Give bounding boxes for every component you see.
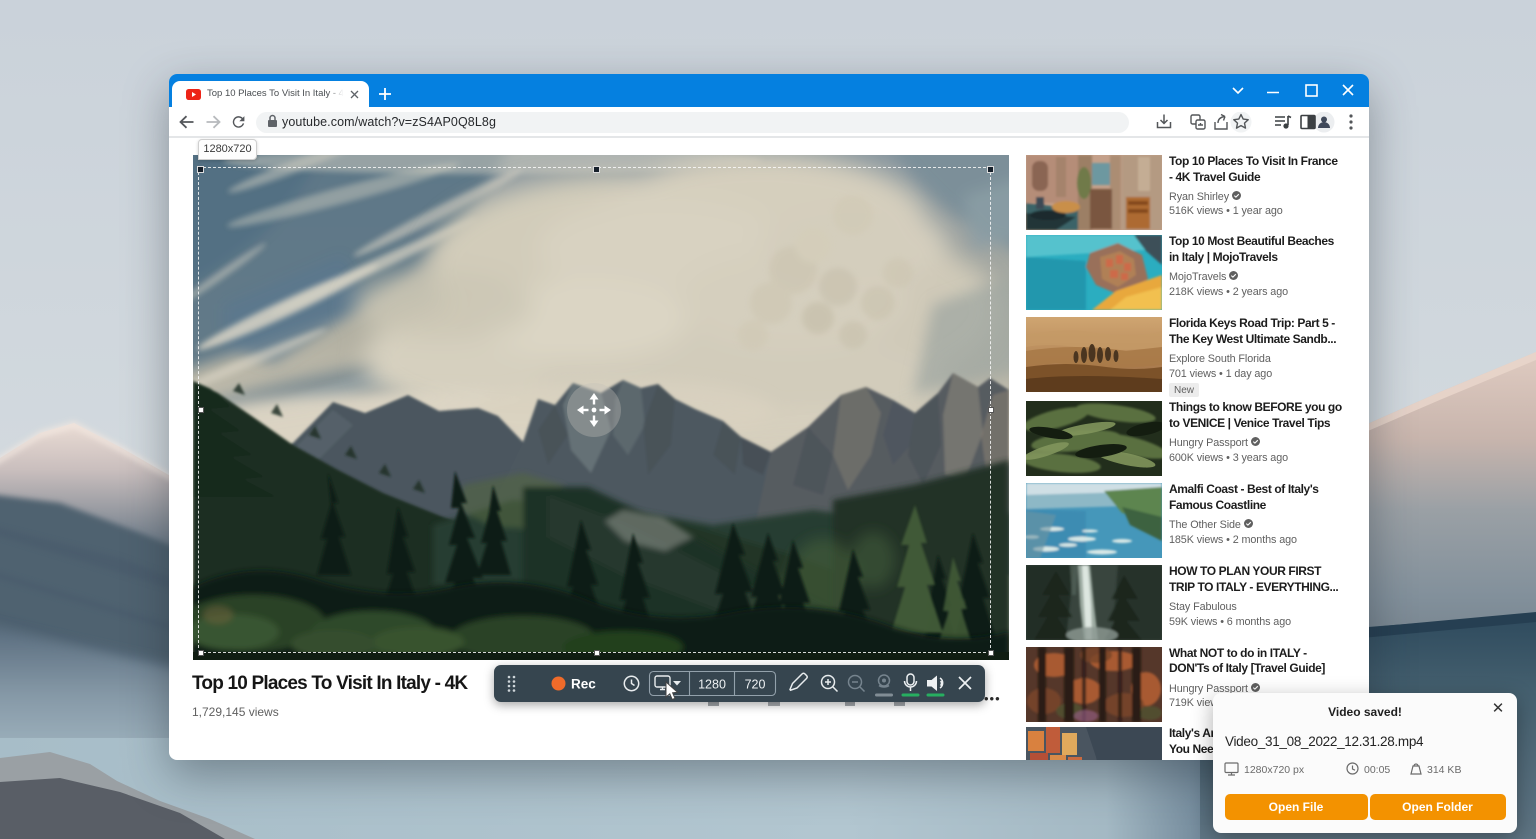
svg-text:Rec: Rec <box>571 676 596 691</box>
svg-text:1280: 1280 <box>698 677 726 691</box>
svg-text:720: 720 <box>744 677 765 691</box>
